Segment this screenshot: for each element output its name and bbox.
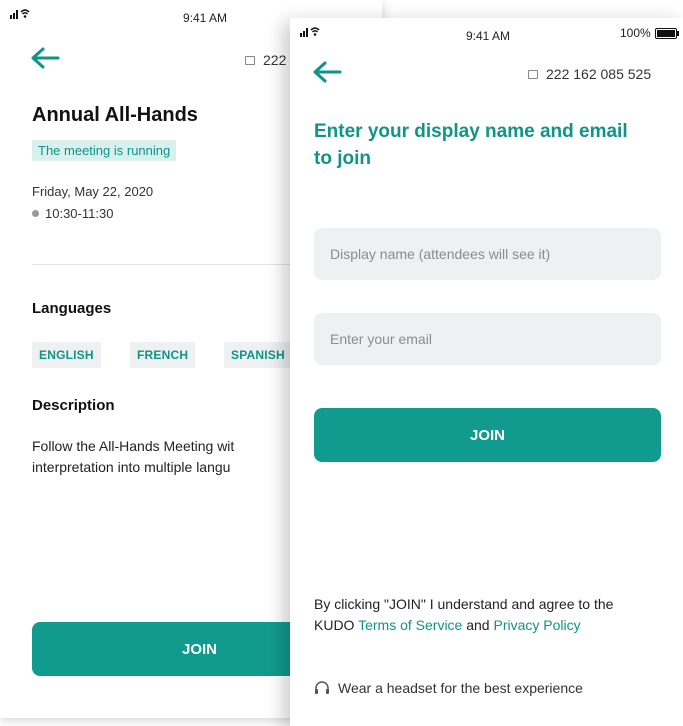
terms-of-service-link[interactable]: Terms of Service — [358, 617, 462, 633]
display-name-input[interactable] — [314, 228, 661, 280]
join-form-screen: 9:41 AM 100% 222 162 085 525 Enter your … — [290, 18, 683, 726]
legal-middle: and — [462, 617, 494, 633]
description-line: interpretation into multiple langu — [32, 459, 231, 475]
meeting-time: 10:30-11:30 — [32, 206, 113, 221]
battery-icon — [654, 27, 679, 39]
id-card-icon — [245, 55, 255, 65]
description-heading: Description — [32, 397, 115, 414]
meeting-date: Friday, May 22, 2020 — [32, 184, 154, 199]
arrow-left-icon[interactable] — [312, 60, 342, 84]
language-chip-english[interactable]: ENGLISH — [32, 342, 101, 368]
join-heading: Enter your display name and email to joi… — [314, 121, 628, 169]
headset-tip: Wear a headset for the best experience — [314, 680, 583, 696]
clock-icon — [32, 210, 39, 217]
meeting-time-text: 10:30-11:30 — [45, 206, 114, 221]
signal-wifi-icon — [10, 9, 30, 19]
headset-tip-text: Wear a headset for the best experience — [338, 680, 583, 696]
headset-icon — [315, 681, 329, 694]
languages-heading: Languages — [32, 300, 112, 317]
language-chip-french[interactable]: FRENCH — [130, 342, 196, 368]
status-time: 9:41 AM — [183, 11, 228, 25]
join-button[interactable]: JOIN — [314, 408, 661, 462]
id-card-icon — [528, 69, 538, 79]
status-bar: 9:41 AM 100% — [290, 18, 683, 48]
legal-text: By clicking "JOIN" I understand and agre… — [314, 594, 654, 636]
meeting-id-text: 222 — [263, 52, 287, 68]
description-line: Follow the All-Hands Meeting wit — [32, 438, 235, 454]
privacy-policy-link[interactable]: Privacy Policy — [493, 617, 580, 633]
battery-percent: 100% — [620, 26, 651, 40]
meeting-title: Annual All-Hands — [32, 104, 198, 126]
meeting-id: 222 — [245, 52, 286, 68]
status-badge: The meeting is running — [32, 140, 177, 161]
meeting-id: 222 162 085 525 — [528, 66, 651, 82]
arrow-left-icon[interactable] — [30, 46, 60, 70]
status-time: 9:41 AM — [466, 29, 511, 43]
language-chip-spanish[interactable]: SPANISH — [224, 342, 292, 368]
signal-wifi-icon — [300, 27, 320, 37]
email-input[interactable] — [314, 313, 661, 365]
meeting-id-text: 222 162 085 525 — [546, 66, 652, 82]
battery-indicator: 100% — [620, 26, 679, 40]
